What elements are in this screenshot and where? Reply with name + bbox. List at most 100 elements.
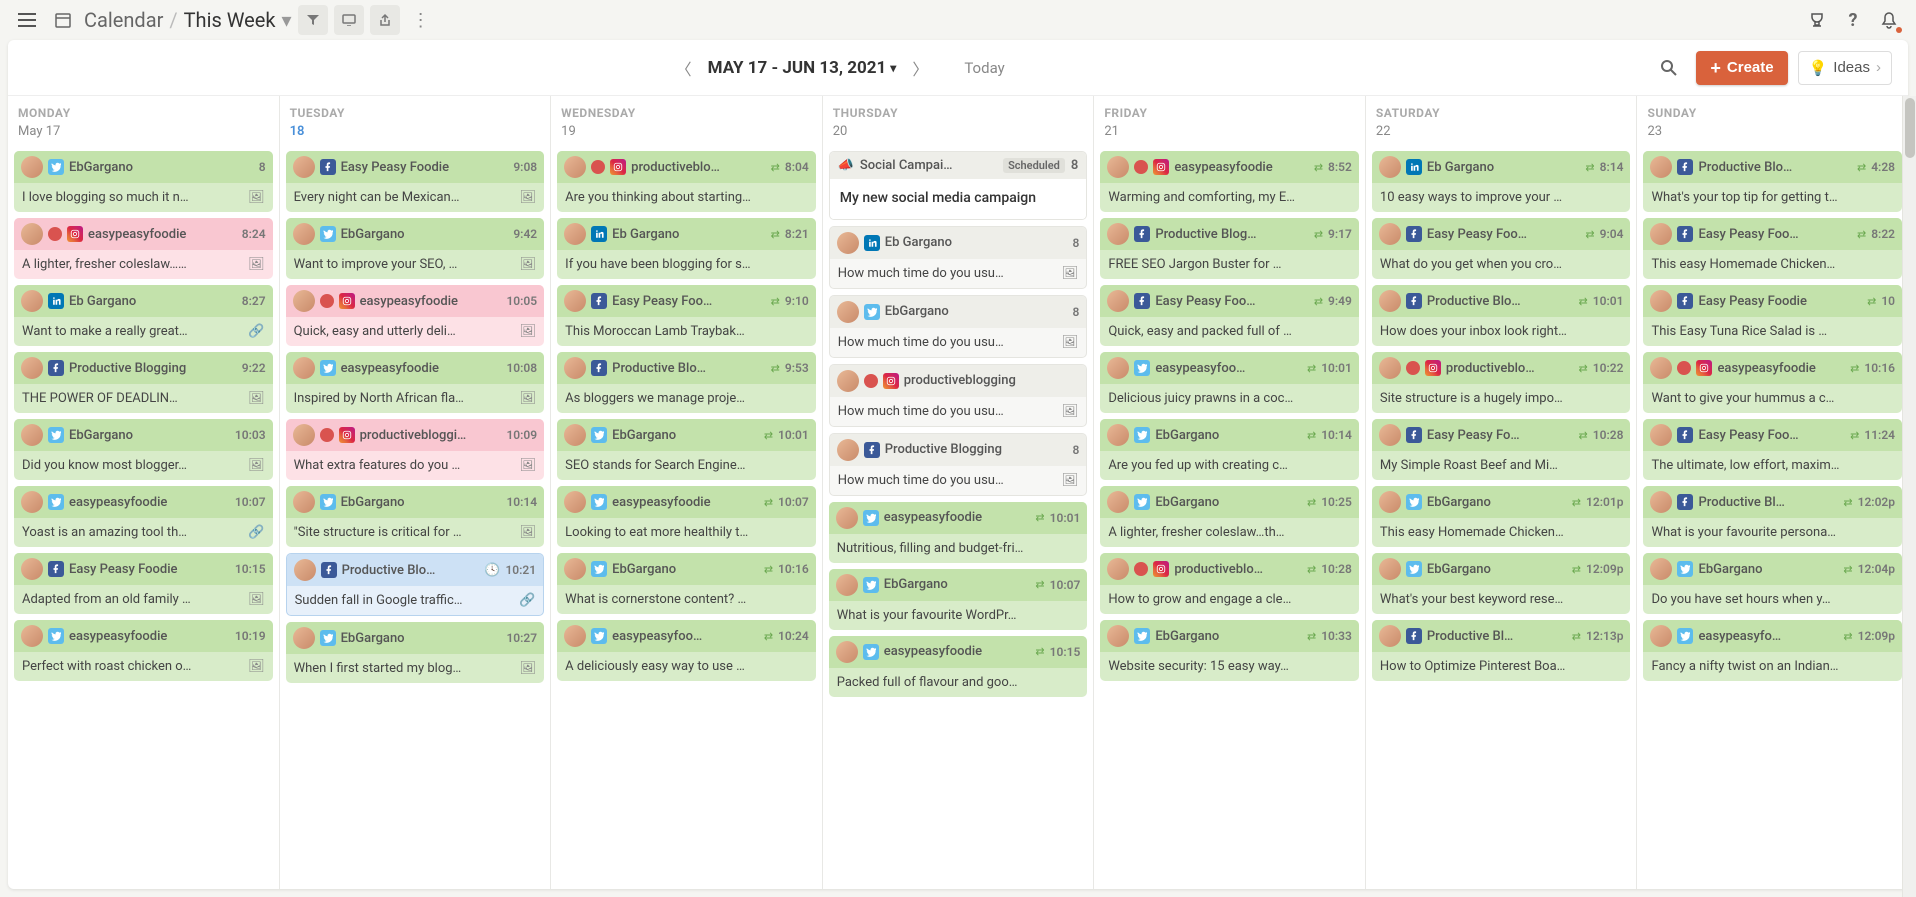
day-body[interactable]: Easy Peasy Foodie 9:08 Every night can b…: [280, 147, 551, 889]
post-card[interactable]: Eb Gargano ⇄ 8:14 10 easy ways to improv…: [1372, 151, 1631, 212]
post-card[interactable]: easypeasyfoodie 10:08 Inspired by North …: [286, 352, 545, 413]
post-card[interactable]: Easy Peasy Foodie ⇄ 10 This Easy Tuna Ri…: [1643, 285, 1902, 346]
post-card[interactable]: EbGargano 8 I love blogging so much it n…: [14, 151, 273, 212]
post-card[interactable]: productiveblo… ⇄ 10:22 Site structure is…: [1372, 352, 1631, 413]
more-icon[interactable]: ⋮: [406, 5, 436, 35]
ideas-button[interactable]: 💡Ideas›: [1798, 51, 1892, 85]
prev-arrow[interactable]: 〈: [670, 54, 698, 82]
shuffle-icon: ⇄: [1572, 563, 1581, 576]
search-icon[interactable]: [1660, 59, 1678, 77]
trophy-icon[interactable]: [1802, 5, 1832, 35]
filter-button[interactable]: [298, 5, 328, 35]
breadcrumb-app[interactable]: Calendar: [84, 8, 163, 32]
post-card[interactable]: Easy Peasy Foodie 10:15 Adapted from an …: [14, 553, 273, 614]
post-card[interactable]: Productive Bl… ⇄ 12:02p What is your fav…: [1643, 486, 1902, 547]
day-body[interactable]: Eb Gargano ⇄ 8:14 10 easy ways to improv…: [1366, 147, 1637, 889]
post-time: 12:13p: [1586, 629, 1623, 643]
post-card[interactable]: EbGargano ⇄ 10:33 Website security: 15 e…: [1100, 620, 1359, 681]
shuffle-icon: ⇄: [1579, 362, 1588, 375]
post-text: Yoast is an amazing tool th…: [22, 525, 242, 540]
post-card[interactable]: Eb Gargano 8 How much time do you usu… 🖼: [829, 226, 1088, 289]
post-card[interactable]: Productive Blo… ⇄ 4:28 What's your top t…: [1643, 151, 1902, 212]
shuffle-icon: ⇄: [771, 362, 780, 375]
post-card[interactable]: EbGargano ⇄ 12:09p What's your best keyw…: [1372, 553, 1631, 614]
post-card[interactable]: Eb Gargano ⇄ 8:21 If you have been blogg…: [557, 218, 816, 279]
scrollbar[interactable]: [1902, 96, 1916, 897]
post-text: Do you have set hours when y…: [1651, 592, 1894, 607]
post-card[interactable]: EbGargano ⇄ 10:16 What is cornerstone co…: [557, 553, 816, 614]
post-card[interactable]: Easy Peasy Fo… ⇄ 10:28 My Simple Roast B…: [1372, 419, 1631, 480]
post-card[interactable]: easypeasyfoodie ⇄ 10:16 Want to give you…: [1643, 352, 1902, 413]
post-card[interactable]: Easy Peasy Foo… ⇄ 9:49 Quick, easy and p…: [1100, 285, 1359, 346]
post-card[interactable]: easypeasyfoodie ⇄ 10:01 Nutritious, fill…: [829, 502, 1088, 563]
export-button[interactable]: [370, 5, 400, 35]
date-range-picker[interactable]: MAY 17 - JUN 13, 2021 ▾: [708, 58, 897, 78]
post-card[interactable]: easypeasyfoodie 10:05 Quick, easy and ut…: [286, 285, 545, 346]
post-card[interactable]: Eb Gargano 8:27 Want to make a really gr…: [14, 285, 273, 346]
screen-button[interactable]: [334, 5, 364, 35]
day-body[interactable]: productiveblo… ⇄ 8:04 Are you thinking a…: [551, 147, 822, 889]
post-card[interactable]: EbGargano 8 How much time do you usu… 🖼: [829, 295, 1088, 358]
post-text: Inspired by North African fla…: [294, 391, 514, 406]
post-card[interactable]: EbGargano ⇄ 12:04p Do you have set hours…: [1643, 553, 1902, 614]
post-card[interactable]: Productive Blo… ⇄ 9:53 As bloggers we ma…: [557, 352, 816, 413]
post-card[interactable]: easypeasyfoodie ⇄ 10:07 Looking to eat m…: [557, 486, 816, 547]
post-card[interactable]: Easy Peasy Foo… ⇄ 9:04 What do you get w…: [1372, 218, 1631, 279]
day-body[interactable]: easypeasyfoodie ⇄ 8:52 Warming and comfo…: [1094, 147, 1365, 889]
post-card[interactable]: easypeasyfoodie 10:07 Yoast is an amazin…: [14, 486, 273, 547]
breadcrumb-view[interactable]: This Week: [184, 8, 276, 32]
post-card[interactable]: easypeasyfoo… ⇄ 10:24 A deliciously easy…: [557, 620, 816, 681]
post-card[interactable]: easypeasyfo… ⇄ 12:09p Fancy a nifty twis…: [1643, 620, 1902, 681]
post-card[interactable]: easypeasyfoo… ⇄ 10:01 Delicious juicy pr…: [1100, 352, 1359, 413]
avatar: [1650, 558, 1672, 580]
post-card[interactable]: Productive Blo… ⇄ 10:01 How does your in…: [1372, 285, 1631, 346]
post-card[interactable]: productiveblogging How much time do you …: [829, 364, 1088, 427]
post-card[interactable]: easypeasyfoodie ⇄ 10:15 Packed full of f…: [829, 636, 1088, 697]
account-name: easypeasyfoodie: [69, 495, 230, 510]
menu-icon[interactable]: [12, 5, 42, 35]
post-card[interactable]: Productive Bl… ⇄ 12:13p How to Optimize …: [1372, 620, 1631, 681]
post-card[interactable]: Easy Peasy Foo… ⇄ 8:22 This easy Homemad…: [1643, 218, 1902, 279]
help-icon[interactable]: ?: [1838, 5, 1868, 35]
post-card[interactable]: Easy Peasy Foo… ⇄ 11:24 The ultimate, lo…: [1643, 419, 1902, 480]
chevron-down-icon[interactable]: ▾: [282, 8, 292, 32]
post-time: 9:10: [785, 294, 809, 308]
bell-icon[interactable]: [1874, 5, 1904, 35]
scrollbar-thumb[interactable]: [1905, 98, 1915, 158]
avatar: [564, 156, 586, 178]
post-card[interactable]: productiveblo… ⇄ 10:28 How to grow and e…: [1100, 553, 1359, 614]
day-body[interactable]: Productive Blo… ⇄ 4:28 What's your top t…: [1637, 147, 1908, 889]
day-body[interactable]: 📣 Social Campai… Scheduled 8 My new soci…: [823, 147, 1094, 889]
next-arrow[interactable]: 〉: [906, 54, 934, 82]
post-card[interactable]: easypeasyfoodie ⇄ 8:52 Warming and comfo…: [1100, 151, 1359, 212]
post-card[interactable]: Productive Blogging 9:22 THE POWER OF DE…: [14, 352, 273, 413]
post-card[interactable]: easypeasyfoodie 10:19 Perfect with roast…: [14, 620, 273, 681]
avatar: [1107, 357, 1129, 379]
post-card[interactable]: productiveblo… ⇄ 8:04 Are you thinking a…: [557, 151, 816, 212]
post-card[interactable]: EbGargano 10:27 When I first started my …: [286, 622, 545, 683]
post-card[interactable]: EbGargano ⇄ 10:14 Are you fed up with cr…: [1100, 419, 1359, 480]
post-card[interactable]: productivebloggi… 10:09 What extra featu…: [286, 419, 545, 480]
day-name: FRIDAY: [1094, 96, 1365, 124]
today-button[interactable]: Today: [964, 59, 1004, 77]
post-card[interactable]: EbGargano 9:42 Want to improve your SEO,…: [286, 218, 545, 279]
post-text: Quick, easy and utterly deli…: [294, 324, 514, 339]
day-body[interactable]: EbGargano 8 I love blogging so much it n…: [8, 147, 279, 889]
post-card[interactable]: Productive Blo… 🕓 10:21 Sudden fall in G…: [286, 553, 545, 616]
post-card[interactable]: EbGargano ⇄ 10:07 What is your favourite…: [829, 569, 1088, 630]
post-card[interactable]: Easy Peasy Foo… ⇄ 9:10 This Moroccan Lam…: [557, 285, 816, 346]
post-text: Nutritious, filling and budget-fri…: [837, 541, 1080, 556]
post-card[interactable]: EbGargano ⇄ 10:25 A lighter, fresher col…: [1100, 486, 1359, 547]
create-button[interactable]: +Create: [1696, 51, 1787, 85]
post-card[interactable]: Productive Blogging 8 How much time do y…: [829, 433, 1088, 496]
post-card[interactable]: EbGargano 10:03 Did you know most blogge…: [14, 419, 273, 480]
image-icon: 🖼: [1062, 266, 1079, 281]
post-card[interactable]: Productive Blog… ⇄ 9:17 FREE SEO Jargon …: [1100, 218, 1359, 279]
post-card[interactable]: EbGargano ⇄ 10:01 SEO stands for Search …: [557, 419, 816, 480]
post-time: 8: [259, 160, 266, 174]
post-card[interactable]: EbGargano ⇄ 12:01p This easy Homemade Ch…: [1372, 486, 1631, 547]
post-card[interactable]: easypeasyfoodie 8:24 A lighter, fresher …: [14, 218, 273, 279]
campaign-card[interactable]: 📣 Social Campai… Scheduled 8 My new soci…: [829, 151, 1088, 220]
post-card[interactable]: Easy Peasy Foodie 9:08 Every night can b…: [286, 151, 545, 212]
post-card[interactable]: EbGargano 10:14 "Site structure is criti…: [286, 486, 545, 547]
